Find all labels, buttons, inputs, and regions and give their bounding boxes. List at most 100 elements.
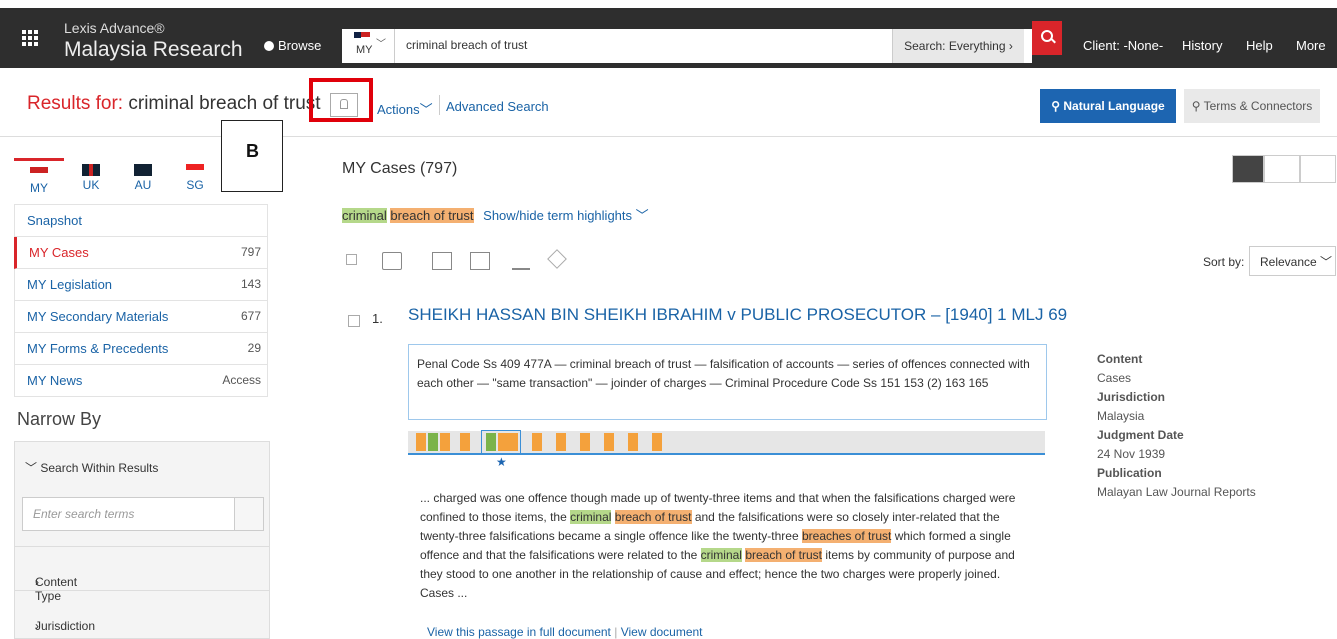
result-title-link[interactable]: SHEIKH HASSAN BIN SHEIKH IBRAHIM v PUBLI… bbox=[408, 305, 1067, 325]
star-icon: ★ bbox=[496, 455, 507, 469]
meta-key: Jurisdiction bbox=[1097, 390, 1166, 404]
search-icon bbox=[1041, 30, 1053, 42]
tab-label: AU bbox=[134, 178, 152, 192]
malaysia-flag-icon bbox=[354, 32, 370, 42]
sidebar-item-label: MY Secondary Materials bbox=[27, 309, 169, 324]
term-highlight: criminal bbox=[570, 510, 612, 524]
alert-button-highlight bbox=[309, 78, 373, 122]
tab-label: UK bbox=[82, 178, 100, 192]
tab-uk[interactable]: UK bbox=[66, 158, 116, 204]
tab-au[interactable]: AU bbox=[118, 158, 168, 204]
result-number: 1. bbox=[372, 311, 383, 326]
search-button[interactable] bbox=[1032, 21, 1062, 55]
hit-marker[interactable] bbox=[580, 433, 590, 451]
search-within-placeholder: Enter search terms bbox=[33, 507, 135, 521]
result-checkbox[interactable] bbox=[348, 315, 360, 327]
chevron-down-icon: ﹀ bbox=[419, 102, 433, 117]
results-query: criminal breach of trust bbox=[128, 93, 321, 114]
facet-label: Jurisdiction bbox=[35, 619, 96, 633]
hit-marker[interactable] bbox=[440, 433, 450, 451]
jurisdiction-code: MY bbox=[356, 44, 373, 56]
tab-my[interactable]: MY bbox=[14, 158, 64, 207]
actions-label: Actions bbox=[377, 102, 420, 117]
singapore-flag-icon bbox=[186, 164, 204, 176]
print-icon[interactable] bbox=[432, 252, 452, 270]
narrow-by-heading: Narrow By bbox=[17, 409, 102, 429]
browse-menu[interactable]: Browse bbox=[264, 38, 321, 53]
term-hit-map[interactable] bbox=[408, 430, 1045, 455]
hit-marker[interactable] bbox=[460, 433, 470, 451]
term-highlight: breaches of trust bbox=[801, 529, 892, 543]
sidebar-item-my-legislation[interactable]: MY Legislation 143 bbox=[14, 269, 268, 301]
condensed-view-icon[interactable] bbox=[1300, 155, 1336, 183]
sidebar-item-my-cases[interactable]: MY Cases 797 bbox=[14, 237, 268, 269]
annotation-callout: B bbox=[221, 120, 283, 192]
hit-marker[interactable] bbox=[604, 433, 614, 451]
australia-flag-icon bbox=[134, 164, 152, 176]
history-link[interactable]: History bbox=[1182, 38, 1222, 53]
hit-marker[interactable] bbox=[416, 433, 426, 451]
sidebar-item-label: MY News bbox=[27, 373, 83, 388]
download-icon[interactable] bbox=[512, 252, 530, 270]
dropbox-icon[interactable] bbox=[547, 249, 567, 269]
summary-text: Penal Code Ss 409 477A — criminal breach… bbox=[417, 357, 1030, 390]
top-margin bbox=[0, 0, 1337, 8]
result-summary: Penal Code Ss 409 477A — criminal breach… bbox=[408, 344, 1047, 420]
hit-marker[interactable] bbox=[556, 433, 566, 451]
globe-icon bbox=[264, 41, 274, 51]
toggle-label: Show/hide term highlights bbox=[483, 208, 633, 223]
facet-jurisdiction[interactable]: › Jurisdiction bbox=[15, 590, 269, 633]
natural-language-button[interactable]: ⚲ Natural Language bbox=[1040, 89, 1176, 123]
sidebar-item-count: 143 bbox=[240, 277, 261, 291]
tab-label: MY bbox=[30, 181, 48, 195]
sidebar-item-count: 29 bbox=[247, 341, 261, 355]
results-header: Results for: criminal breach of trust Ac… bbox=[0, 68, 1337, 137]
sort-select[interactable]: Relevance ﹀ bbox=[1249, 246, 1336, 276]
client-menu[interactable]: Client: -None- bbox=[1083, 38, 1163, 53]
chevron-down-icon: ﹀ bbox=[1316, 255, 1333, 269]
advanced-search-link[interactable]: Advanced Search bbox=[446, 99, 549, 114]
search-input[interactable]: criminal breach of trust bbox=[406, 38, 527, 52]
graphical-view-icon[interactable] bbox=[1232, 155, 1264, 183]
help-link[interactable]: Help bbox=[1246, 38, 1273, 53]
actions-menu[interactable]: Actions﹀ bbox=[377, 99, 433, 118]
search-within-label: Search Within Results bbox=[40, 461, 159, 475]
tab-sg[interactable]: SG bbox=[170, 158, 220, 204]
jurisdiction-selector[interactable]: MY ﹀ bbox=[342, 29, 395, 63]
sidebar-item-count: 677 bbox=[240, 309, 261, 323]
email-icon[interactable] bbox=[470, 252, 490, 270]
select-all-checkbox[interactable] bbox=[346, 254, 357, 265]
search-within-button[interactable] bbox=[234, 498, 263, 530]
results-count-title: MY Cases (797) bbox=[342, 160, 458, 177]
term-highlight: breach of trust bbox=[745, 548, 823, 562]
more-menu[interactable]: More bbox=[1296, 38, 1326, 53]
term-highlight-toggle[interactable]: Show/hide term highlights ﹀ bbox=[483, 208, 648, 223]
sidebar-item-my-news[interactable]: MY News Access bbox=[14, 365, 268, 397]
hit-marker[interactable] bbox=[652, 433, 662, 451]
search-within-input[interactable]: Enter search terms bbox=[22, 497, 264, 531]
terms-connectors-button[interactable]: ⚲ Terms & Connectors bbox=[1184, 89, 1320, 123]
sidebar-item-label: MY Forms & Precedents bbox=[27, 341, 169, 356]
browse-label: Browse bbox=[278, 38, 322, 53]
sidebar-item-label: Snapshot bbox=[27, 213, 82, 228]
hit-marker[interactable] bbox=[428, 433, 438, 451]
list-view-icon[interactable] bbox=[1264, 155, 1300, 183]
brand-title[interactable]: Malaysia Research bbox=[64, 38, 243, 62]
malaysia-flag-icon bbox=[30, 167, 48, 179]
hit-marker[interactable] bbox=[628, 433, 638, 451]
sidebar-item-count: Access bbox=[222, 373, 261, 387]
hit-marker[interactable] bbox=[532, 433, 542, 451]
search-icon: ⚲ bbox=[1191, 99, 1204, 113]
folder-icon[interactable] bbox=[382, 252, 402, 270]
sidebar-item-my-forms-precedents[interactable]: MY Forms & Precedents 29 bbox=[14, 333, 268, 365]
search-scope-selector[interactable]: Search: Everything › bbox=[892, 29, 1024, 63]
apps-grid-icon[interactable] bbox=[22, 30, 38, 46]
sidebar-item-snapshot[interactable]: Snapshot bbox=[14, 204, 268, 237]
search-within-toggle[interactable]: ﹀ Search Within Results bbox=[25, 459, 158, 476]
sidebar-item-my-secondary-materials[interactable]: MY Secondary Materials 677 bbox=[14, 301, 268, 333]
brand-product-name: Lexis Advance® bbox=[64, 20, 165, 36]
sidebar-item-label: MY Cases bbox=[29, 245, 89, 260]
results-for-label: Results for: bbox=[27, 93, 124, 114]
facet-content-type[interactable]: › Content Type bbox=[15, 546, 269, 603]
result-toolbar bbox=[342, 248, 602, 276]
